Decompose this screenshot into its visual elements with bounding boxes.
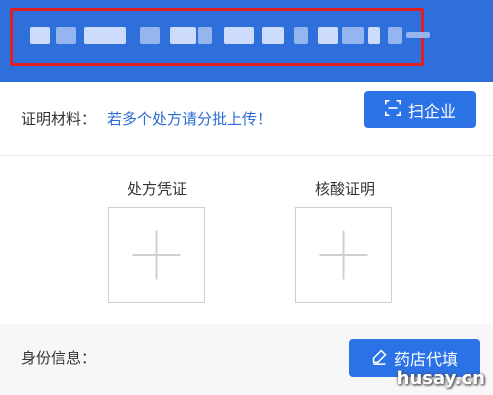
redacted-text [140,27,160,44]
redacted-text [294,27,308,44]
header-banner [0,0,493,82]
materials-label: 证明材料： [21,110,97,128]
redacted-text [84,27,126,44]
upload-nucleic-button[interactable] [295,207,392,303]
redacted-text [342,27,364,44]
upload-prescription-button[interactable] [108,207,205,303]
upload-section: 处方凭证 核酸证明 [0,156,493,324]
scan-frame-icon [384,99,402,121]
scan-company-button[interactable]: 扫企业 [364,91,476,128]
redacted-text [388,27,402,44]
redacted-text [170,27,196,44]
identity-label: 身份信息： [21,349,97,367]
redacted-text [198,27,212,44]
plus-icon [132,230,181,280]
plus-icon [319,230,368,280]
redacted-text [368,27,380,44]
upload-title-prescription: 处方凭证 [126,180,187,198]
redacted-text [318,27,338,44]
watermark: husay.cn [396,368,485,389]
redacted-text [56,27,76,44]
redacted-text [30,27,50,44]
upload-title-nucleic: 核酸证明 [314,180,375,198]
redacted-text [406,32,430,38]
redacted-text [224,27,254,44]
pencil-icon [371,348,388,369]
redacted-text [262,27,284,44]
scan-company-label: 扫企业 [407,101,456,121]
materials-row: 证明材料： 若多个处方请分批上传！ 扫企业 [0,82,493,156]
materials-hint: 若多个处方请分批上传！ [107,110,273,128]
pharmacy-fill-label: 药店代填 [393,350,458,369]
